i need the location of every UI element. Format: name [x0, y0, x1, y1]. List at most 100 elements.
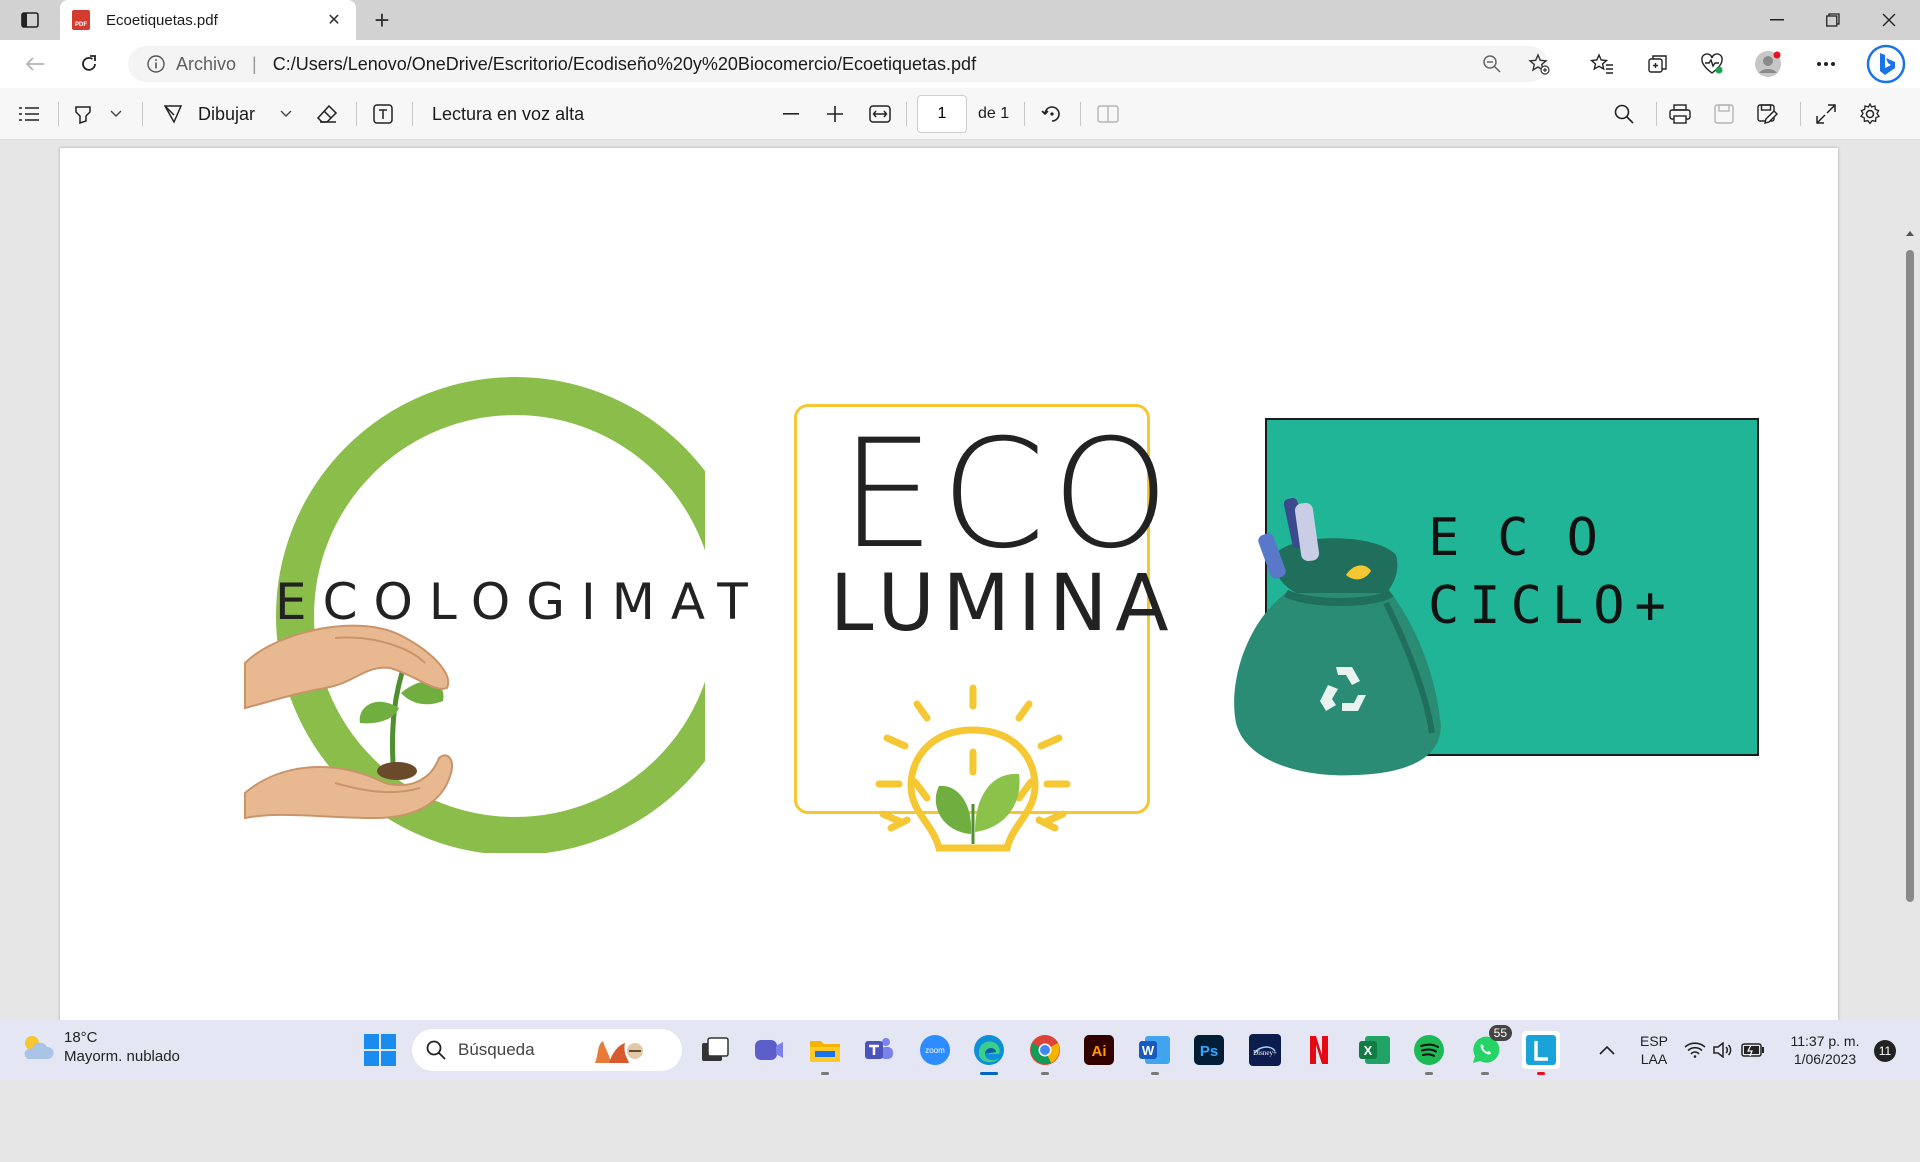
- clock-date: 1/06/2023: [1793, 1051, 1857, 1067]
- close-window-icon[interactable]: [1862, 0, 1916, 40]
- volume-icon[interactable]: [1710, 1031, 1736, 1069]
- tab-ecoetiquetas[interactable]: PDF Ecoetiquetas.pdf ✕: [60, 0, 356, 40]
- teams-chat-icon[interactable]: [750, 1031, 788, 1069]
- page-view-icon[interactable]: [1092, 98, 1124, 130]
- whatsapp-icon[interactable]: 55: [1466, 1025, 1512, 1075]
- file-explorer-icon[interactable]: [806, 1031, 844, 1075]
- weather-desc: Mayorm. nublado: [64, 1048, 180, 1065]
- pdf-viewer[interactable]: ECOLOGIMAT ECO LUMINA ECO CICLO+: [0, 140, 1920, 1028]
- table-of-contents-icon[interactable]: [14, 98, 44, 130]
- draw-options-chevron-icon[interactable]: [274, 98, 298, 130]
- zoom-out-icon[interactable]: [1476, 48, 1508, 80]
- tab-actions-icon[interactable]: [14, 8, 46, 32]
- fullscreen-icon[interactable]: [1810, 98, 1842, 130]
- ecologimat-text: ECOLOGIMAT: [275, 573, 764, 631]
- lumina-app-icon[interactable]: [1522, 1031, 1560, 1075]
- netflix-icon[interactable]: [1300, 1031, 1338, 1069]
- toolbar-divider: [142, 102, 143, 126]
- draw-label: Dibujar: [198, 103, 256, 124]
- tab-title: Ecoetiquetas.pdf: [106, 11, 218, 29]
- weather-widget[interactable]: 18°C Mayorm. nublado: [20, 1028, 180, 1066]
- read-aloud-label: Lectura en voz alta: [432, 103, 585, 124]
- spotify-icon[interactable]: [1410, 1031, 1448, 1075]
- taskbar: 18°C Mayorm. nublado Búsqueda zoom Ai W: [0, 1020, 1920, 1080]
- draw-button[interactable]: Dibujar: [162, 98, 282, 130]
- save-as-icon[interactable]: [1752, 98, 1784, 130]
- back-icon[interactable]: [18, 48, 52, 80]
- more-options-icon[interactable]: [1808, 48, 1844, 80]
- microsoft-word-icon[interactable]: W: [1136, 1031, 1174, 1075]
- toolbar-divider: [1024, 102, 1025, 126]
- search-icon[interactable]: [1608, 98, 1640, 130]
- svg-text:zoom: zoom: [925, 1046, 945, 1055]
- url-text[interactable]: C:/Users/Lenovo/OneDrive/Escritorio/Ecod…: [273, 54, 976, 75]
- svg-text:Disney+: Disney+: [1253, 1049, 1277, 1057]
- taskbar-search[interactable]: Búsqueda: [412, 1029, 682, 1071]
- page-total: de 1: [978, 98, 1009, 130]
- highlight-icon[interactable]: [68, 98, 98, 130]
- clock[interactable]: 11:37 p. m. 1/06/2023: [1778, 1032, 1872, 1068]
- photoshop-icon[interactable]: Ps: [1190, 1031, 1228, 1069]
- notification-count-badge[interactable]: 11: [1874, 1040, 1896, 1062]
- search-placeholder: Búsqueda: [458, 1040, 535, 1059]
- url-separator: |: [252, 53, 257, 74]
- read-aloud-button[interactable]: Lectura en voz alta: [432, 98, 584, 130]
- restore-icon[interactable]: [1806, 0, 1860, 40]
- info-icon[interactable]: [146, 54, 166, 74]
- search-highlight-coral-icon: [594, 1041, 643, 1063]
- profile-avatar-icon[interactable]: [1750, 48, 1786, 80]
- toolbar-divider: [906, 102, 907, 126]
- address-bar: Archivo | C:/Users/Lenovo/OneDrive/Escri…: [0, 40, 1920, 88]
- scrollbar-thumb[interactable]: [1906, 250, 1914, 902]
- windows-start-icon[interactable]: [362, 1032, 398, 1068]
- language-line2: LAA: [1640, 1051, 1668, 1067]
- microsoft-teams-icon[interactable]: [860, 1031, 898, 1069]
- url-field[interactable]: Archivo | C:/Users/Lenovo/OneDrive/Escri…: [128, 46, 1548, 82]
- microsoft-excel-icon[interactable]: X: [1356, 1031, 1394, 1069]
- toolbar-divider: [58, 102, 59, 126]
- collections-icon[interactable]: [1640, 48, 1676, 80]
- print-icon[interactable]: [1664, 98, 1696, 130]
- task-view-icon[interactable]: [696, 1031, 734, 1069]
- tab-close-icon[interactable]: ✕: [324, 10, 344, 30]
- weather-temp: 18°C: [64, 1029, 98, 1046]
- input-language[interactable]: ESP LAA: [1632, 1032, 1676, 1068]
- browser-essentials-icon[interactable]: [1694, 48, 1730, 80]
- svg-text:Ps: Ps: [1200, 1043, 1218, 1060]
- edge-browser-icon[interactable]: [970, 1031, 1008, 1075]
- lightbulb-leaf-icon: [875, 684, 1071, 852]
- add-favorite-icon[interactable]: [1523, 48, 1555, 80]
- zoom-in-icon[interactable]: [820, 98, 850, 130]
- chrome-browser-icon[interactable]: [1026, 1031, 1064, 1075]
- fit-to-width-icon[interactable]: [865, 98, 895, 130]
- page-number-input[interactable]: [917, 95, 967, 133]
- add-text-icon[interactable]: [368, 98, 398, 130]
- pdf-file-icon: PDF: [72, 10, 90, 30]
- eraser-icon[interactable]: [312, 98, 342, 130]
- show-hidden-icons-chevron-icon[interactable]: [1588, 1031, 1626, 1069]
- zoom-out-icon[interactable]: [776, 98, 806, 130]
- language-line1: ESP: [1639, 1033, 1668, 1049]
- whatsapp-badge: 55: [1488, 1025, 1512, 1041]
- zoom-icon[interactable]: zoom: [916, 1031, 954, 1069]
- new-tab-icon[interactable]: +: [366, 4, 398, 36]
- rotate-icon[interactable]: [1036, 98, 1068, 130]
- refresh-icon[interactable]: [72, 48, 106, 80]
- disney-plus-icon[interactable]: Disney+: [1246, 1031, 1284, 1069]
- clock-time: 11:37 p. m.: [1790, 1033, 1860, 1049]
- minimize-icon[interactable]: [1750, 0, 1804, 40]
- settings-gear-icon[interactable]: [1854, 98, 1886, 130]
- bing-copilot-icon[interactable]: [1866, 44, 1906, 84]
- pen-icon: [163, 105, 183, 124]
- toolbar-divider: [1656, 102, 1657, 126]
- toolbar-divider: [1080, 102, 1081, 126]
- save-icon[interactable]: [1708, 98, 1740, 130]
- search-icon: [426, 1040, 446, 1060]
- wifi-icon[interactable]: [1682, 1031, 1708, 1069]
- toolbar-divider: [356, 102, 357, 126]
- favorites-icon[interactable]: [1584, 48, 1620, 80]
- pdf-page: ECOLOGIMAT ECO LUMINA ECO CICLO+: [60, 148, 1838, 1028]
- highlight-options-chevron-icon[interactable]: [104, 98, 128, 130]
- battery-icon[interactable]: [1738, 1031, 1768, 1069]
- adobe-illustrator-icon[interactable]: Ai: [1080, 1031, 1118, 1069]
